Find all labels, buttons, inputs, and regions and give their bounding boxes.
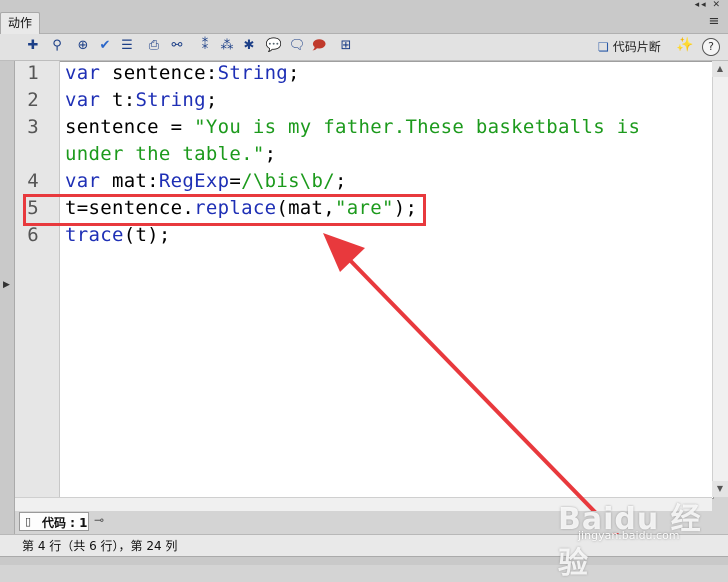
baidu-watermark-url: jingyan.baidu.com xyxy=(578,529,680,542)
line-number[interactable]: 2 xyxy=(15,89,51,111)
line-number[interactable]: 4 xyxy=(15,170,51,192)
line-number[interactable]: 3 xyxy=(15,116,51,138)
annotation-arrow xyxy=(323,233,632,550)
line-number[interactable]: 6 xyxy=(15,224,51,246)
line-number[interactable]: 5 xyxy=(15,197,51,219)
line-number[interactable]: 1 xyxy=(15,62,51,84)
script-tab-code-1[interactable]: ▯ 代码 : 1 xyxy=(19,512,89,531)
pin-script-icon[interactable]: ⊸ xyxy=(94,513,104,527)
script-tab-label: 代码 : 1 xyxy=(42,516,88,530)
annotation-arrow-head xyxy=(323,233,365,272)
document-icon: ▯ xyxy=(25,515,32,528)
cursor-position-status: 第 4 行（共 6 行），第 24 列 xyxy=(22,539,178,553)
